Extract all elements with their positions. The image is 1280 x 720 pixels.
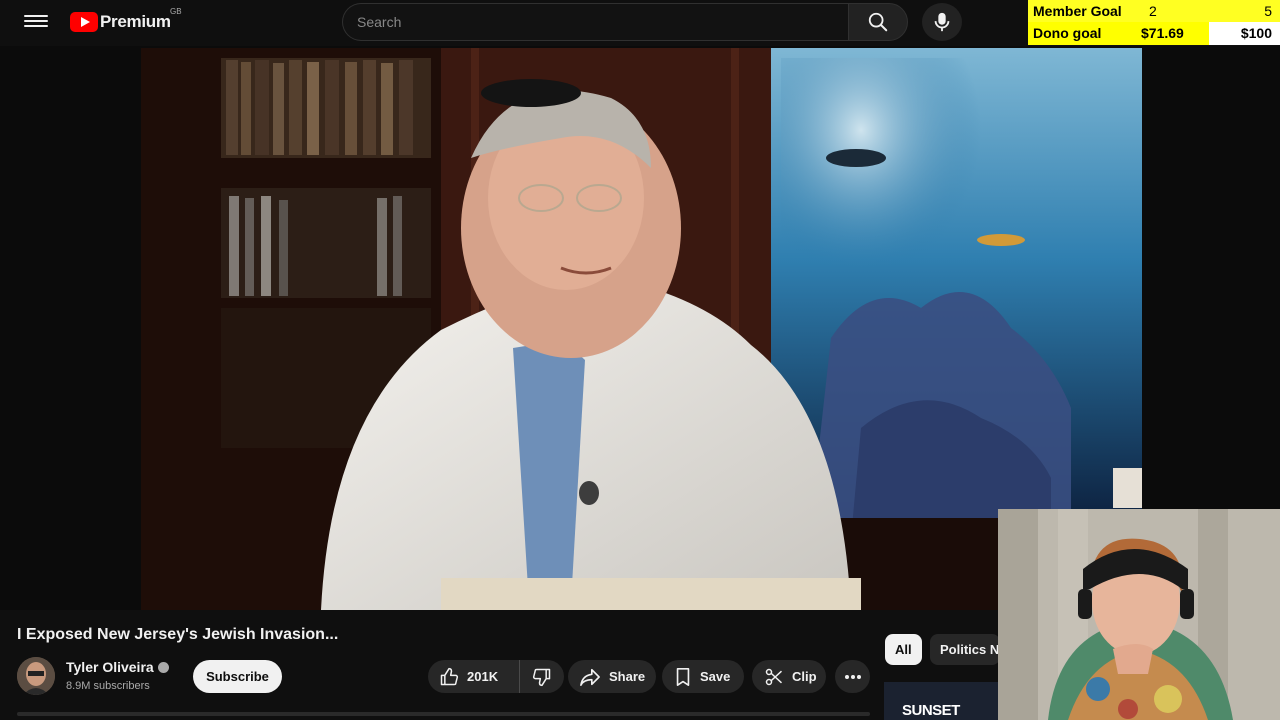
clip-label: Clip <box>792 669 817 684</box>
subscriber-count: 8.9M subscribers <box>66 680 150 692</box>
clip-button[interactable]: Clip <box>752 660 826 693</box>
dono-goal-target: $100 <box>1240 25 1272 41</box>
dono-goal-row: Dono goal $71.69 $100 <box>1028 22 1280 44</box>
youtube-play-icon <box>70 12 98 32</box>
member-goal-row: Member Goal 2 5 <box>1028 0 1280 22</box>
more-actions-button[interactable] <box>835 660 870 693</box>
dono-goal-label: Dono goal <box>1033 25 1102 41</box>
channel-name[interactable]: Tyler Oliveira <box>66 659 154 675</box>
video-progress-track[interactable] <box>17 712 870 716</box>
thumbs-up-icon <box>440 667 459 685</box>
youtube-premium-logo[interactable]: Premium GB <box>70 7 182 34</box>
video-still-image <box>141 48 1142 610</box>
save-button[interactable]: Save <box>662 660 744 693</box>
recommended-video-thumbnail[interactable]: SUNSET <box>884 682 998 720</box>
dono-goal-current: $71.69 <box>1141 25 1184 41</box>
thumbnail-text: SUNSET <box>902 702 960 719</box>
channel-name-row[interactable]: Tyler Oliveira <box>66 659 169 675</box>
verified-check-icon <box>157 662 169 673</box>
member-goal-current: 2 <box>1149 3 1157 19</box>
share-label: Share <box>609 669 646 684</box>
webcam-image <box>998 509 1280 720</box>
like-button[interactable]: 201K <box>428 660 520 693</box>
menu-icon[interactable] <box>24 12 48 32</box>
thumbs-down-icon <box>532 668 551 686</box>
voice-search-button[interactable] <box>922 3 962 41</box>
scissors-icon <box>765 668 783 685</box>
search-button[interactable] <box>848 3 908 41</box>
search-box <box>342 3 850 41</box>
subscribe-button[interactable]: Subscribe <box>193 660 282 693</box>
logo-region-code: GB <box>170 7 182 16</box>
share-button[interactable]: Share <box>568 660 656 693</box>
video-title: I Exposed New Jersey's Jewish Invasion..… <box>17 626 339 643</box>
chip-all[interactable]: All <box>885 634 922 665</box>
bookmark-icon <box>676 667 690 686</box>
chip-politics[interactable]: Politics N <box>930 634 1000 665</box>
channel-avatar[interactable] <box>17 657 55 695</box>
stream-goals-overlay: Member Goal 2 5 Dono goal $71.69 $100 <box>1028 0 1280 45</box>
search-icon <box>868 12 888 32</box>
dislike-button[interactable] <box>520 660 564 693</box>
share-icon <box>580 668 600 686</box>
like-count: 201K <box>467 669 499 684</box>
logo-text: Premium <box>100 12 171 31</box>
more-horizontal-icon <box>844 674 861 679</box>
microphone-icon <box>934 12 950 32</box>
video-frame[interactable] <box>141 48 1142 610</box>
member-goal-target: 5 <box>1264 3 1272 19</box>
search-input[interactable] <box>357 14 850 30</box>
webcam-overlay <box>998 509 1280 720</box>
like-dislike-group: 201K <box>428 660 564 693</box>
avatar-image <box>17 657 55 695</box>
member-goal-label: Member Goal <box>1033 3 1122 19</box>
save-label: Save <box>700 669 731 684</box>
